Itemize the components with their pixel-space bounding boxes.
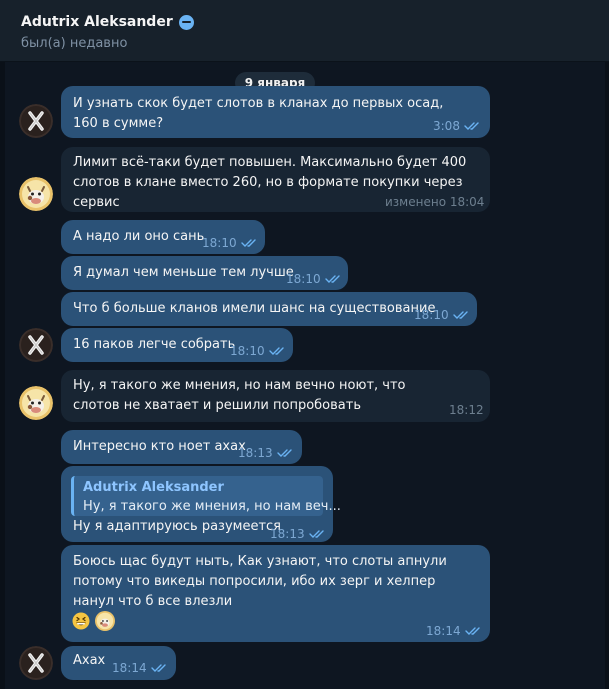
message-bubble[interactable]: Что б больше кланов имели шанс на сущест…: [61, 292, 477, 326]
double-check-icon: [324, 275, 340, 283]
message-time: 18:14: [426, 624, 461, 638]
double-check-icon: [150, 664, 166, 672]
message-meta: 18:10: [202, 233, 259, 253]
message-text: Ну, я такого же мнения, но нам вечно ною…: [73, 378, 406, 413]
message-time: 18:10: [230, 344, 265, 358]
message-meta: 18:10: [414, 305, 471, 325]
message-text: Что б больше кланов имели шанс на сущест…: [73, 301, 436, 316]
message-meta: 18:14: [426, 621, 483, 641]
chat-title-text: Adutrix Aleksander: [21, 14, 173, 30]
grin-emoji-icon: [72, 612, 90, 630]
message-meta: 18:10: [286, 269, 343, 289]
message-text: А надо ли оно сань: [73, 229, 205, 244]
message-text: Ну я адаптируюсь разумеется: [73, 519, 281, 534]
message-text: Боюсь щас будут ныть, Как узнают, что сл…: [73, 554, 447, 609]
double-check-icon: [452, 311, 468, 319]
message-meta: 18:10: [230, 341, 287, 361]
message-meta: 18:14: [112, 658, 169, 678]
avatar[interactable]: [19, 646, 53, 680]
message-bubble[interactable]: Боюсь щас будут ныть, Как узнают, что сл…: [61, 545, 490, 642]
message-text: И узнать скок будет слотов в кланах до п…: [73, 96, 444, 131]
message-bubble[interactable]: 16 паков легче собрать 18:10: [61, 328, 293, 362]
x-logo-avatar: [19, 328, 53, 362]
message-text: Я думал чем меньше тем лучше: [73, 265, 294, 280]
message-time: 18:13: [238, 446, 273, 460]
x-logo-avatar: [19, 104, 53, 138]
verified-badge-icon: [178, 14, 194, 30]
message-bubble[interactable]: Ну, я такого же мнения, но нам вечно ною…: [61, 370, 490, 422]
cow-avatar: [19, 177, 53, 211]
message-time: 18:12: [449, 403, 484, 417]
reply-quote[interactable]: Adutrix Aleksander Ну, я такого же мнени…: [71, 476, 341, 516]
message-text: Интересно кто ноет ахах: [73, 439, 246, 454]
chat-title[interactable]: Adutrix Aleksander: [21, 14, 194, 30]
avatar[interactable]: [19, 104, 53, 138]
double-check-icon: [464, 122, 479, 130]
message-time: 18:10: [202, 236, 237, 250]
chat-header[interactable]: Adutrix Aleksander был(а) недавно: [0, 0, 609, 62]
message-time: 18:14: [112, 661, 147, 675]
reply-author: Adutrix Aleksander: [83, 480, 224, 495]
message-time: 18:13: [270, 527, 305, 541]
message-meta: изменено 18:04: [385, 192, 484, 212]
message-meta: 3:08: [433, 116, 482, 136]
avatar[interactable]: [19, 328, 53, 362]
message-time: 18:10: [286, 272, 321, 286]
message-bubble[interactable]: Интересно кто ноет ахах 18:13: [61, 430, 302, 464]
message-meta: 18:12: [449, 400, 484, 420]
avatar[interactable]: [19, 177, 53, 211]
message-bubble[interactable]: И узнать скок будет слотов в кланах до п…: [61, 86, 490, 138]
x-logo-avatar: [19, 646, 53, 680]
message-time: 18:10: [414, 308, 449, 322]
message-time: 3:08: [433, 119, 460, 133]
reply-text: Ну, я такого же мнения, но нам веч...: [83, 499, 341, 514]
double-check-icon: [276, 449, 292, 457]
message-bubble[interactable]: Adutrix Aleksander Ну, я такого же мнени…: [61, 466, 341, 544]
scrollbar-track[interactable]: [605, 62, 609, 689]
chat-status: был(а) недавно: [21, 36, 128, 51]
double-check-icon: [268, 347, 284, 355]
message-time: изменено 18:04: [385, 195, 485, 209]
left-divider: [0, 62, 5, 689]
message-text: 16 паков легче собрать: [73, 337, 236, 352]
message-meta: 18:13: [270, 524, 327, 544]
message-bubble[interactable]: Я думал чем меньше тем лучше 18:10: [61, 256, 348, 290]
double-check-icon: [240, 239, 256, 247]
grin-emoji-reaction[interactable]: [71, 611, 91, 631]
double-check-icon: [464, 627, 480, 635]
message-meta: 18:13: [238, 443, 295, 463]
avatar[interactable]: [19, 386, 53, 420]
cow-avatar: [19, 386, 53, 420]
cow-avatar-reaction[interactable]: [95, 611, 115, 631]
reactions[interactable]: [71, 611, 115, 631]
message-bubble[interactable]: Ахах 18:14: [61, 646, 176, 680]
message-bubble[interactable]: А надо ли оно сань 18:10: [61, 220, 265, 254]
double-check-icon: [308, 530, 324, 538]
message-text: Ахах: [73, 653, 106, 668]
cow-avatar: [95, 611, 115, 631]
message-bubble[interactable]: Лимит всё-таки будет повышен. Максимальн…: [61, 147, 490, 212]
